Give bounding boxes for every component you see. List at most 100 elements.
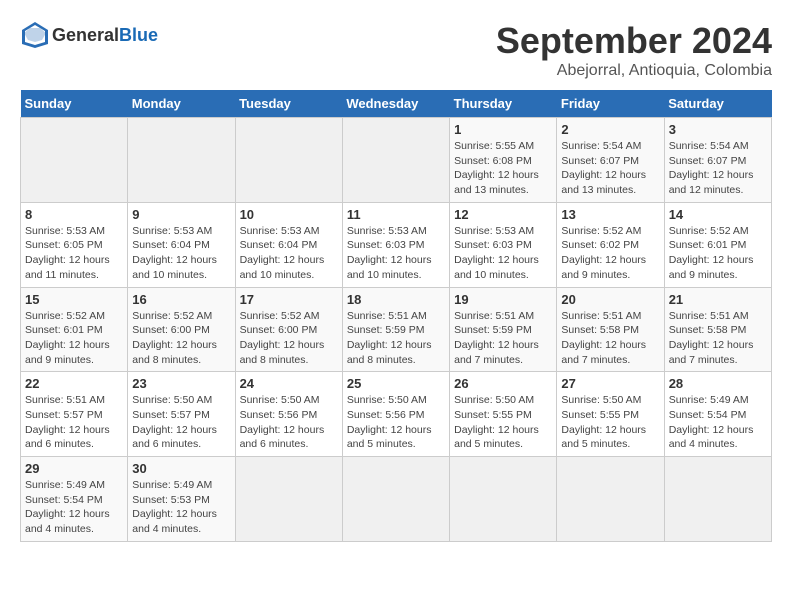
col-header-saturday: Saturday — [664, 90, 771, 118]
day-info: Sunrise: 5:52 AM Sunset: 6:00 PM Dayligh… — [132, 309, 230, 368]
calendar-cell-w2d4: 11 Sunrise: 5:53 AM Sunset: 6:03 PM Dayl… — [342, 202, 449, 287]
day-info: Sunrise: 5:52 AM Sunset: 6:01 PM Dayligh… — [669, 224, 767, 283]
calendar-body: 1 Sunrise: 5:55 AM Sunset: 6:08 PM Dayli… — [21, 118, 772, 542]
calendar-cell-w3d3: 17 Sunrise: 5:52 AM Sunset: 6:00 PM Dayl… — [235, 287, 342, 372]
week-row-3: 15 Sunrise: 5:52 AM Sunset: 6:01 PM Dayl… — [21, 287, 772, 372]
day-info: Sunrise: 5:51 AM Sunset: 5:59 PM Dayligh… — [347, 309, 445, 368]
day-info: Sunrise: 5:50 AM Sunset: 5:56 PM Dayligh… — [347, 393, 445, 452]
day-info: Sunrise: 5:49 AM Sunset: 5:54 PM Dayligh… — [669, 393, 767, 452]
day-number: 13 — [561, 207, 659, 222]
day-info: Sunrise: 5:53 AM Sunset: 6:04 PM Dayligh… — [132, 224, 230, 283]
calendar-cell-w3d1: 15 Sunrise: 5:52 AM Sunset: 6:01 PM Dayl… — [21, 287, 128, 372]
day-number: 19 — [454, 292, 552, 307]
col-header-tuesday: Tuesday — [235, 90, 342, 118]
day-info: Sunrise: 5:50 AM Sunset: 5:56 PM Dayligh… — [240, 393, 338, 452]
col-header-monday: Monday — [128, 90, 235, 118]
week-row-1: 1 Sunrise: 5:55 AM Sunset: 6:08 PM Dayli… — [21, 118, 772, 203]
calendar-cell-w2d2: 9 Sunrise: 5:53 AM Sunset: 6:04 PM Dayli… — [128, 202, 235, 287]
day-number: 18 — [347, 292, 445, 307]
day-info: Sunrise: 5:50 AM Sunset: 5:57 PM Dayligh… — [132, 393, 230, 452]
calendar-cell-w5d4 — [342, 457, 449, 542]
day-info: Sunrise: 5:54 AM Sunset: 6:07 PM Dayligh… — [669, 139, 767, 198]
day-info: Sunrise: 5:51 AM Sunset: 5:58 PM Dayligh… — [669, 309, 767, 368]
calendar-cell-w2d7: 14 Sunrise: 5:52 AM Sunset: 6:01 PM Dayl… — [664, 202, 771, 287]
logo-icon — [20, 20, 50, 50]
day-number: 23 — [132, 376, 230, 391]
calendar-cell-w4d4: 25 Sunrise: 5:50 AM Sunset: 5:56 PM Dayl… — [342, 372, 449, 457]
col-header-thursday: Thursday — [450, 90, 557, 118]
calendar-header-row: SundayMondayTuesdayWednesdayThursdayFrid… — [21, 90, 772, 118]
day-number: 14 — [669, 207, 767, 222]
day-number: 20 — [561, 292, 659, 307]
calendar-cell-w3d6: 20 Sunrise: 5:51 AM Sunset: 5:58 PM Dayl… — [557, 287, 664, 372]
day-number: 30 — [132, 461, 230, 476]
logo-blue-text: Blue — [119, 25, 158, 45]
calendar-cell-w2d1: 8 Sunrise: 5:53 AM Sunset: 6:05 PM Dayli… — [21, 202, 128, 287]
calendar-cell-w3d4: 18 Sunrise: 5:51 AM Sunset: 5:59 PM Dayl… — [342, 287, 449, 372]
day-number: 15 — [25, 292, 123, 307]
week-row-5: 29 Sunrise: 5:49 AM Sunset: 5:54 PM Dayl… — [21, 457, 772, 542]
logo-general-text: General — [52, 25, 119, 45]
day-number: 9 — [132, 207, 230, 222]
day-number: 12 — [454, 207, 552, 222]
day-number: 10 — [240, 207, 338, 222]
day-number: 22 — [25, 376, 123, 391]
calendar-cell-w5d7 — [664, 457, 771, 542]
calendar-cell-w1d7: 3 Sunrise: 5:54 AM Sunset: 6:07 PM Dayli… — [664, 118, 771, 203]
calendar-cell-w4d6: 27 Sunrise: 5:50 AM Sunset: 5:55 PM Dayl… — [557, 372, 664, 457]
col-header-wednesday: Wednesday — [342, 90, 449, 118]
calendar-cell-w5d6 — [557, 457, 664, 542]
day-number: 21 — [669, 292, 767, 307]
calendar-cell-w4d1: 22 Sunrise: 5:51 AM Sunset: 5:57 PM Dayl… — [21, 372, 128, 457]
col-header-sunday: Sunday — [21, 90, 128, 118]
page-header: GeneralBlue September 2024 Abejorral, An… — [20, 20, 772, 80]
day-info: Sunrise: 5:49 AM Sunset: 5:53 PM Dayligh… — [132, 478, 230, 537]
day-info: Sunrise: 5:49 AM Sunset: 5:54 PM Dayligh… — [25, 478, 123, 537]
calendar-cell-w3d5: 19 Sunrise: 5:51 AM Sunset: 5:59 PM Dayl… — [450, 287, 557, 372]
month-year-title: September 2024 — [496, 20, 772, 62]
day-info: Sunrise: 5:55 AM Sunset: 6:08 PM Dayligh… — [454, 139, 552, 198]
day-number: 1 — [454, 122, 552, 137]
week-row-2: 8 Sunrise: 5:53 AM Sunset: 6:05 PM Dayli… — [21, 202, 772, 287]
calendar-cell-w4d3: 24 Sunrise: 5:50 AM Sunset: 5:56 PM Dayl… — [235, 372, 342, 457]
day-number: 8 — [25, 207, 123, 222]
calendar-cell-w5d2: 30 Sunrise: 5:49 AM Sunset: 5:53 PM Dayl… — [128, 457, 235, 542]
day-info: Sunrise: 5:52 AM Sunset: 6:00 PM Dayligh… — [240, 309, 338, 368]
day-number: 16 — [132, 292, 230, 307]
calendar-cell-w4d5: 26 Sunrise: 5:50 AM Sunset: 5:55 PM Dayl… — [450, 372, 557, 457]
calendar-cell-w1d4 — [342, 118, 449, 203]
calendar-cell-w1d1 — [21, 118, 128, 203]
calendar-cell-w2d5: 12 Sunrise: 5:53 AM Sunset: 6:03 PM Dayl… — [450, 202, 557, 287]
day-number: 25 — [347, 376, 445, 391]
day-number: 11 — [347, 207, 445, 222]
day-number: 27 — [561, 376, 659, 391]
day-info: Sunrise: 5:52 AM Sunset: 6:01 PM Dayligh… — [25, 309, 123, 368]
day-info: Sunrise: 5:50 AM Sunset: 5:55 PM Dayligh… — [454, 393, 552, 452]
col-header-friday: Friday — [557, 90, 664, 118]
calendar-cell-w1d2 — [128, 118, 235, 203]
week-row-4: 22 Sunrise: 5:51 AM Sunset: 5:57 PM Dayl… — [21, 372, 772, 457]
day-info: Sunrise: 5:52 AM Sunset: 6:02 PM Dayligh… — [561, 224, 659, 283]
day-info: Sunrise: 5:51 AM Sunset: 5:57 PM Dayligh… — [25, 393, 123, 452]
day-number: 24 — [240, 376, 338, 391]
logo: GeneralBlue — [20, 20, 158, 50]
calendar-cell-w4d7: 28 Sunrise: 5:49 AM Sunset: 5:54 PM Dayl… — [664, 372, 771, 457]
calendar-cell-w5d5 — [450, 457, 557, 542]
day-info: Sunrise: 5:53 AM Sunset: 6:03 PM Dayligh… — [347, 224, 445, 283]
calendar-table: SundayMondayTuesdayWednesdayThursdayFrid… — [20, 90, 772, 542]
day-info: Sunrise: 5:50 AM Sunset: 5:55 PM Dayligh… — [561, 393, 659, 452]
calendar-cell-w5d1: 29 Sunrise: 5:49 AM Sunset: 5:54 PM Dayl… — [21, 457, 128, 542]
day-info: Sunrise: 5:53 AM Sunset: 6:05 PM Dayligh… — [25, 224, 123, 283]
day-number: 28 — [669, 376, 767, 391]
calendar-cell-w2d6: 13 Sunrise: 5:52 AM Sunset: 6:02 PM Dayl… — [557, 202, 664, 287]
day-number: 3 — [669, 122, 767, 137]
day-info: Sunrise: 5:53 AM Sunset: 6:04 PM Dayligh… — [240, 224, 338, 283]
calendar-cell-w3d2: 16 Sunrise: 5:52 AM Sunset: 6:00 PM Dayl… — [128, 287, 235, 372]
calendar-cell-w1d6: 2 Sunrise: 5:54 AM Sunset: 6:07 PM Dayli… — [557, 118, 664, 203]
calendar-cell-w1d3 — [235, 118, 342, 203]
day-number: 26 — [454, 376, 552, 391]
calendar-cell-w1d5: 1 Sunrise: 5:55 AM Sunset: 6:08 PM Dayli… — [450, 118, 557, 203]
day-number: 29 — [25, 461, 123, 476]
calendar-cell-w4d2: 23 Sunrise: 5:50 AM Sunset: 5:57 PM Dayl… — [128, 372, 235, 457]
day-info: Sunrise: 5:51 AM Sunset: 5:58 PM Dayligh… — [561, 309, 659, 368]
